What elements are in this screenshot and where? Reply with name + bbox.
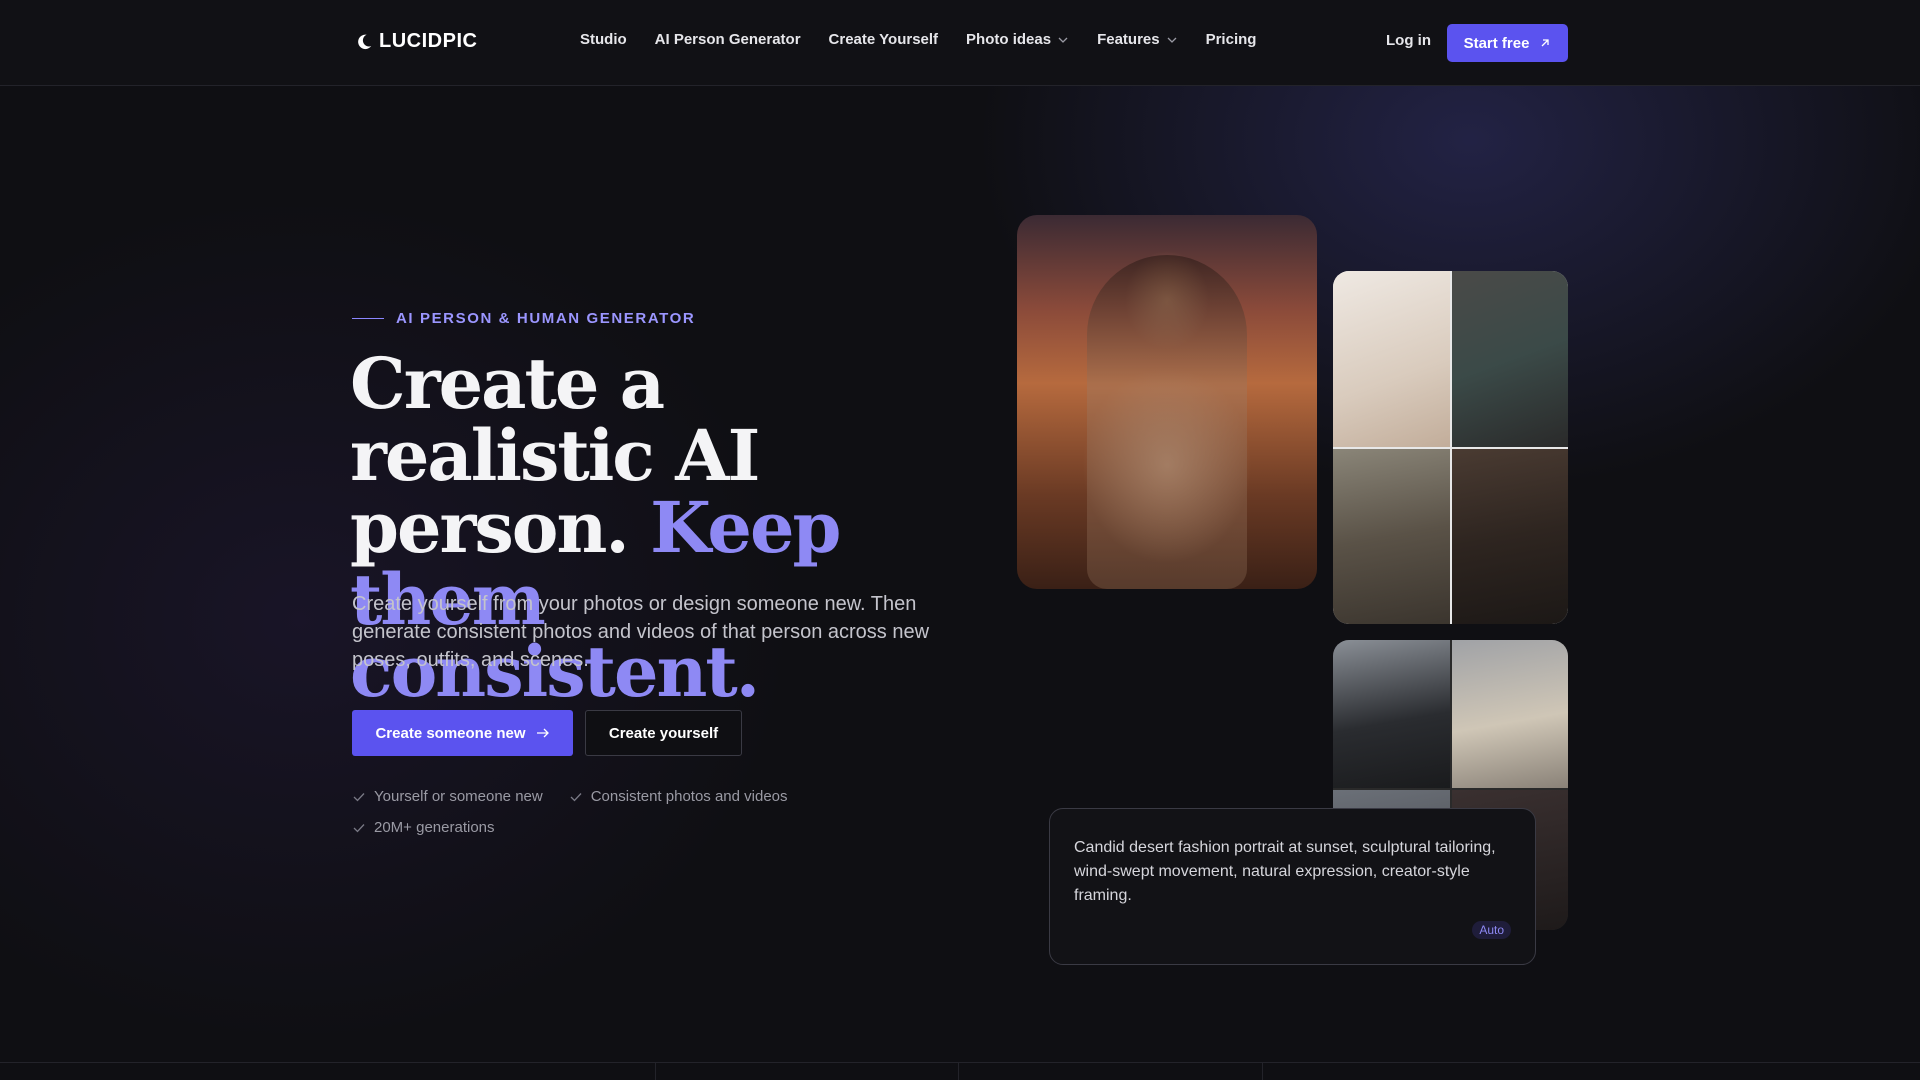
- nav-label: AI Person Generator: [654, 31, 801, 48]
- site-header: LUCIDPIC Studio AI Person Generator Crea…: [0, 0, 1920, 86]
- hero-subtext: Create yourself from your photos or desi…: [352, 593, 930, 671]
- nav-item-studio[interactable]: Studio: [580, 31, 627, 48]
- nav-item-photo-ideas[interactable]: Photo ideas: [966, 31, 1069, 48]
- nav-label: Studio: [580, 31, 627, 48]
- grid-photo: [1451, 271, 1568, 447]
- start-free-button[interactable]: Start free: [1447, 24, 1568, 62]
- column-divider: [958, 1062, 959, 1080]
- create-yourself-button[interactable]: Create yourself: [585, 710, 742, 756]
- create-someone-new-button[interactable]: Create someone new: [352, 710, 573, 756]
- column-divider: [1262, 1062, 1263, 1080]
- check-item: 20M+ generations: [352, 819, 495, 836]
- column-divider: [655, 1062, 656, 1080]
- chevron-down-icon: [1167, 37, 1177, 43]
- arrow-up-right-icon: [1541, 39, 1550, 47]
- prompt-text: Candid desert fashion portrait at sunset…: [1074, 839, 1496, 904]
- nav-label: Features: [1097, 31, 1160, 48]
- arrow-right-icon: [536, 728, 549, 738]
- check-label: Yourself or someone new: [374, 788, 543, 805]
- hero-eyebrow: AI PERSON & HUMAN GENERATOR: [352, 310, 695, 327]
- check-label: Consistent photos and videos: [590, 788, 788, 805]
- brand-logo[interactable]: LUCIDPIC: [355, 30, 477, 53]
- secondary-cta-label: Create yourself: [608, 724, 719, 742]
- grid-photo: [1333, 271, 1450, 447]
- check-item: Consistent photos and videos: [569, 788, 788, 805]
- feature-checks: Yourself or someone new Consistent photo…: [352, 788, 872, 836]
- hero-main-photo: [1017, 215, 1317, 589]
- eyebrow-text: AI PERSON & HUMAN GENERATOR: [396, 310, 696, 327]
- nav-item-features[interactable]: Features: [1097, 31, 1178, 48]
- nav-item-ai-person-generator[interactable]: AI Person Generator: [655, 31, 801, 48]
- checkmark-icon: [570, 792, 582, 801]
- check-label: 20M+ generations: [374, 819, 495, 836]
- prompt-card: Candid desert fashion portrait at sunset…: [1049, 808, 1536, 965]
- login-link[interactable]: Log in: [1386, 32, 1431, 49]
- auto-badge: Auto: [1472, 921, 1511, 939]
- grid-photo: [1451, 448, 1568, 624]
- start-free-label: Start free: [1463, 34, 1530, 52]
- nav-item-pricing[interactable]: Pricing: [1206, 31, 1257, 48]
- nav-label: Pricing: [1205, 31, 1257, 48]
- nav-label: Photo ideas: [966, 31, 1052, 48]
- eyebrow-divider: [352, 318, 384, 319]
- grid-photo: [1333, 640, 1450, 788]
- photo-grid-top: [1333, 271, 1568, 624]
- nav-label: Create Yourself: [828, 31, 939, 48]
- grid-photo: [1333, 448, 1450, 624]
- main-nav: Studio AI Person Generator Create Yourse…: [580, 31, 1256, 48]
- checkmark-icon: [353, 823, 365, 832]
- section-divider: [0, 1062, 1920, 1063]
- logo-moon-icon: [358, 34, 372, 49]
- chevron-down-icon: [1058, 37, 1068, 43]
- primary-cta-label: Create someone new: [375, 724, 526, 742]
- grid-photo: [1451, 640, 1568, 788]
- checkmark-icon: [353, 792, 365, 801]
- brand-name: LUCIDPIC: [379, 30, 478, 52]
- nav-item-create-yourself[interactable]: Create Yourself: [829, 31, 939, 48]
- check-item: Yourself or someone new: [352, 788, 543, 805]
